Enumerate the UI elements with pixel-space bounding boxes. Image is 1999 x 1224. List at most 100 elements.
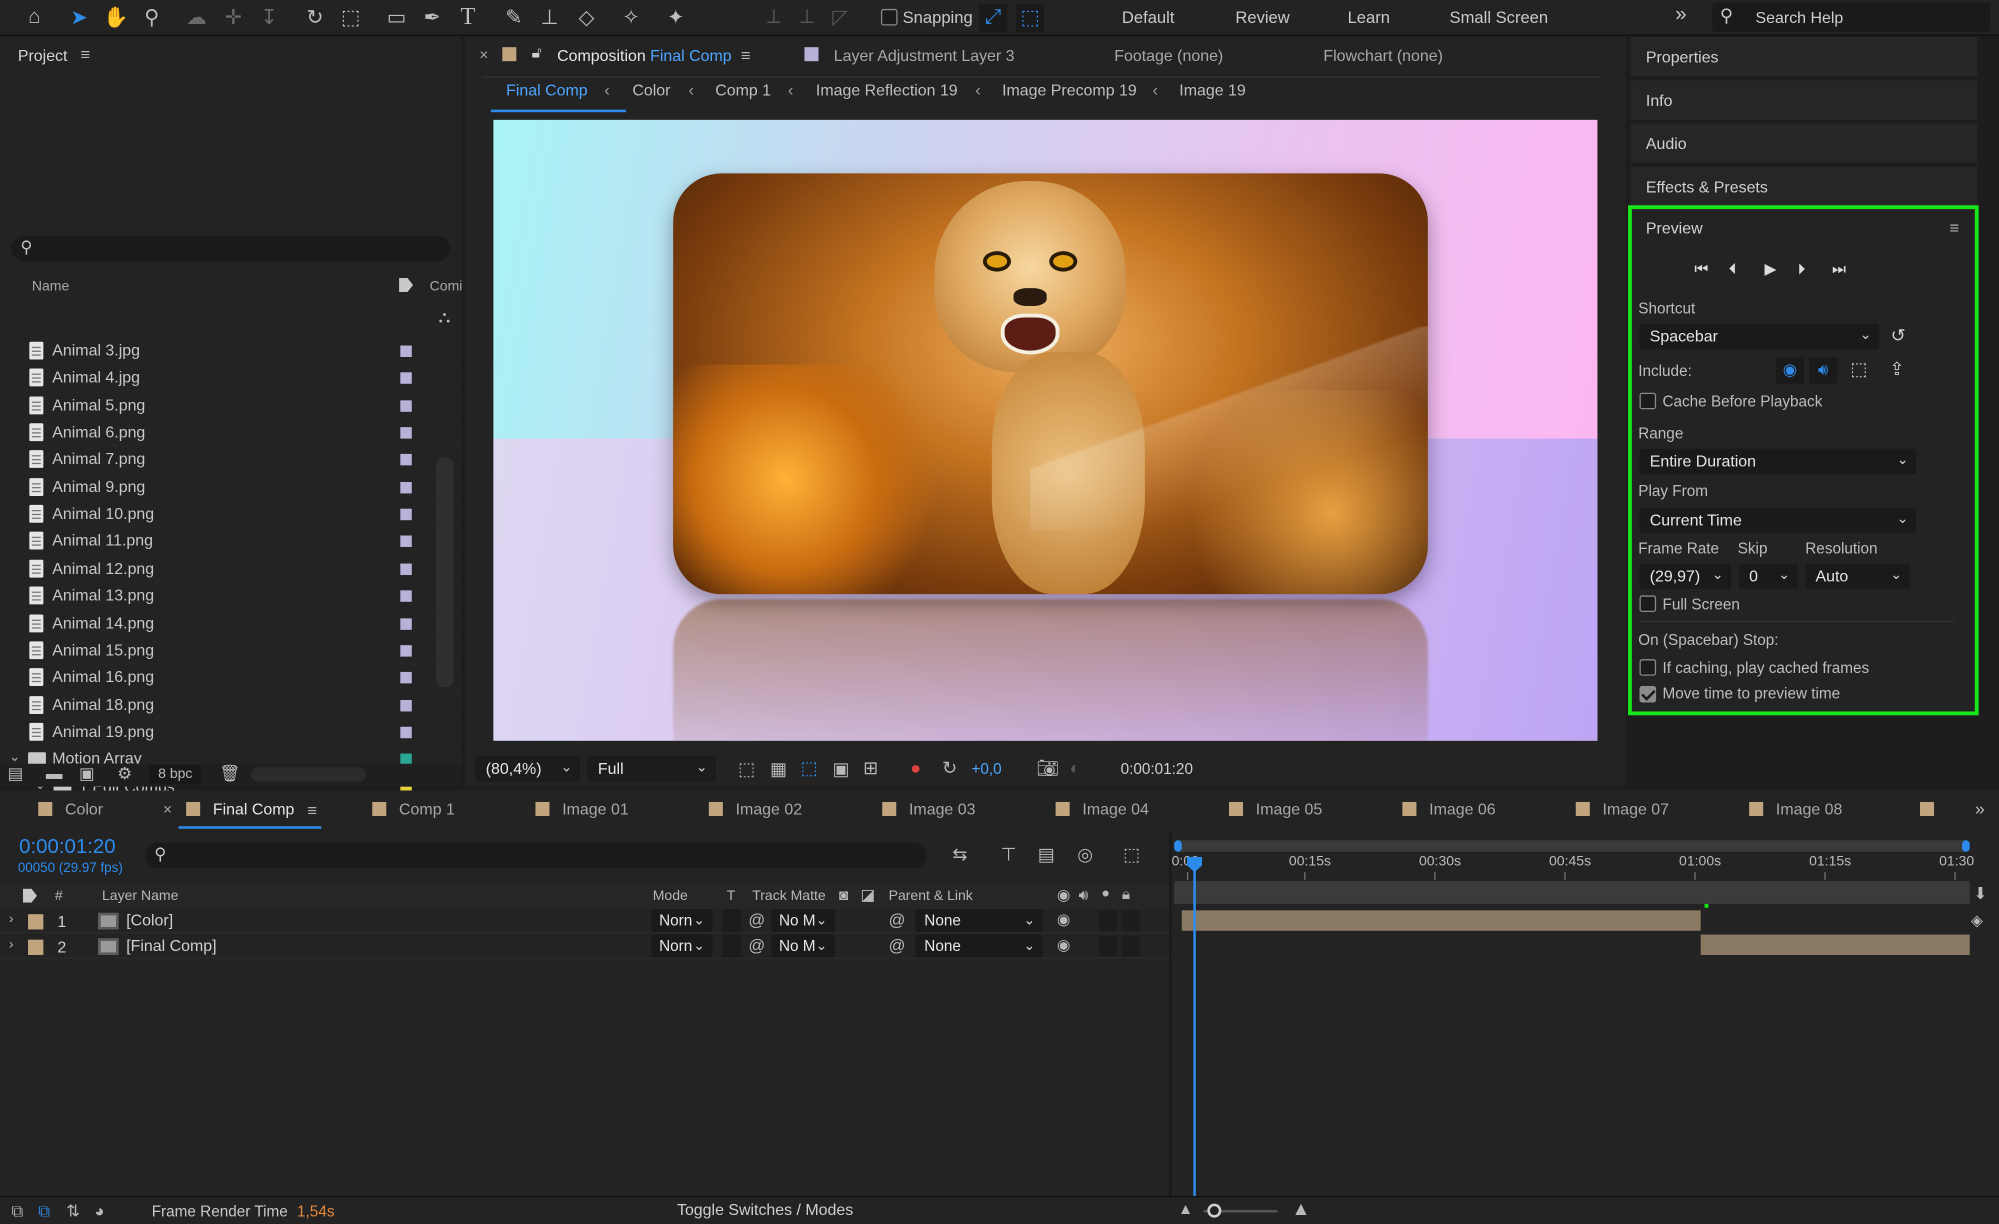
skip-dropdown[interactable]: 0 ⌄ <box>1738 563 1798 590</box>
layer-label-color[interactable] <box>28 939 44 955</box>
rotate-tool-icon[interactable]: ↻ <box>301 4 329 32</box>
motion-blur-icon[interactable]: ◎ <box>1077 844 1093 866</box>
preview-panel-title[interactable]: Preview <box>1646 219 1703 237</box>
breadcrumb-image-precomp-19[interactable]: Image Precomp 19 <box>1002 82 1137 100</box>
label-color-swatch[interactable] <box>400 699 412 711</box>
zoom-out-icon[interactable]: ▲ <box>1178 1200 1193 1218</box>
zoom-tool-icon[interactable]: ⚲ <box>138 4 166 32</box>
breadcrumb-image-19[interactable]: Image 19 <box>1179 82 1245 100</box>
region-of-interest-icon[interactable]: ▣ <box>833 759 850 781</box>
timeline-tab[interactable]: Final Comp <box>186 801 294 819</box>
fast-previews-icon[interactable]: ⬚ <box>738 759 755 781</box>
full-screen-checkbox[interactable] <box>1639 595 1657 612</box>
label-color-swatch[interactable] <box>400 454 412 466</box>
close-tab-icon[interactable]: × <box>163 801 172 819</box>
lock-toggle[interactable] <box>1121 935 1140 956</box>
label-color-swatch[interactable] <box>400 590 412 602</box>
column-header-number[interactable]: # <box>55 889 63 904</box>
timeline-tab[interactable]: Image 05 <box>1229 801 1322 819</box>
list-item[interactable]: Animal 12.png <box>0 556 462 583</box>
project-settings-icon[interactable]: ⚙ <box>117 764 132 784</box>
label-color-swatch[interactable] <box>400 372 412 385</box>
composition-canvas[interactable] <box>493 119 1598 741</box>
parent-dropdown[interactable]: None ⌄ <box>915 933 1043 957</box>
snap-features-icon[interactable]: ⬚ <box>1016 3 1045 32</box>
timeline-menu-icon[interactable]: ≡ <box>307 801 317 820</box>
chevron-right-icon[interactable]: › <box>9 912 14 927</box>
column-header-name[interactable]: Name <box>32 279 69 294</box>
label-color-swatch[interactable] <box>400 726 412 739</box>
layer-name[interactable]: [Final Comp] <box>126 936 216 954</box>
current-time-indicator-line[interactable] <box>1193 856 1196 1199</box>
axis-world-icon[interactable]: ⟂ <box>793 4 821 32</box>
pen-tool-icon[interactable]: ✒ <box>418 4 446 32</box>
workspace-overflow-button[interactable]: » <box>1675 4 1686 27</box>
range-dropdown[interactable]: Entire Duration ⌄ <box>1639 448 1917 475</box>
label-color-swatch[interactable] <box>400 427 412 439</box>
resolution-dropdown[interactable]: Full ⌄ <box>587 756 716 782</box>
timeline-tab[interactable]: Color <box>38 801 103 819</box>
work-area-bar[interactable] <box>1174 840 1970 852</box>
workspace-review[interactable]: Review <box>1235 8 1289 27</box>
toggle-switches-modes-button[interactable]: Toggle Switches / Modes <box>677 1201 853 1219</box>
preview-menu-icon[interactable]: ≡ <box>1949 218 1959 237</box>
reset-shortcut-icon[interactable]: ↺ <box>1891 325 1906 347</box>
layer-1-duration-bar[interactable] <box>1181 910 1701 931</box>
search-help-field[interactable]: ⚲ Search Help <box>1712 2 1991 32</box>
list-item[interactable]: Animal 18.png <box>0 692 462 719</box>
lock-icon[interactable]: 🔓︎ <box>532 43 542 62</box>
dolly-camera-icon[interactable]: ↧ <box>255 4 283 32</box>
panel-audio[interactable]: Audio <box>1630 123 1978 165</box>
bit-depth-button[interactable]: 8 bpc <box>149 765 202 785</box>
snapping-checkbox[interactable] <box>880 8 898 26</box>
list-item[interactable]: Animal 14.png <box>0 610 462 637</box>
list-item[interactable]: Animal 13.png <box>0 583 462 610</box>
list-item[interactable]: Animal 10.png <box>0 501 462 528</box>
play-from-dropdown[interactable]: Current Time ⌄ <box>1639 507 1917 533</box>
selection-tool-icon[interactable]: ➤ <box>65 4 93 32</box>
breadcrumb-comp-1[interactable]: Comp 1 <box>715 82 771 100</box>
magnification-dropdown[interactable]: (80,4%) ⌄ <box>475 756 581 782</box>
label-tag-icon[interactable] <box>399 277 414 292</box>
draft-3d-icon[interactable]: ⊤ <box>1001 844 1017 866</box>
export-preview-icon[interactable]: ⇪ <box>1889 358 1904 380</box>
roto-brush-icon[interactable]: ✧ <box>617 4 645 32</box>
layer-switches-icon[interactable]: ⧉ <box>11 1201 23 1221</box>
new-folder-icon[interactable]: ▬ <box>46 764 63 783</box>
axis-local-icon[interactable]: ⟂ <box>760 4 788 32</box>
play-icon[interactable]: ▶ <box>1764 260 1776 278</box>
workspace-small-screen[interactable]: Small Screen <box>1450 8 1549 27</box>
timeline-tab[interactable]: Image 02 <box>708 801 802 819</box>
track-matte-dropdown[interactable]: No M ⌄ <box>771 933 836 957</box>
video-eye-icon[interactable]: ◉ <box>1057 910 1070 928</box>
render-time-icon[interactable]: ◕ <box>94 1201 104 1220</box>
comp-marker-bin-icon[interactable]: ⬇ <box>1974 884 1988 904</box>
channels-icon[interactable]: ● <box>910 757 921 777</box>
column-header-t[interactable]: T <box>727 889 736 904</box>
tab-layer[interactable]: Layer Adjustment Layer 3 <box>834 47 1015 65</box>
interpret-footage-icon[interactable]: ▤ <box>8 764 24 784</box>
blend-mode-dropdown[interactable]: Norn ⌄ <box>651 933 713 957</box>
label-color-swatch[interactable] <box>400 644 412 657</box>
next-frame-icon[interactable]: ⏵ <box>1798 260 1806 279</box>
transparency-grid-icon[interactable]: ▦ <box>770 759 787 781</box>
video-eye-icon[interactable]: ◉ <box>1057 935 1070 953</box>
close-tab-icon[interactable]: × <box>479 46 488 64</box>
clone-stamp-icon[interactable]: ⊥ <box>535 4 563 32</box>
layer-name[interactable]: [Color] <box>126 912 173 930</box>
label-color-swatch[interactable] <box>400 672 412 684</box>
timeline-tab[interactable]: Image 08 <box>1749 801 1842 819</box>
show-snapshot-icon[interactable]: ◐ <box>1070 757 1081 777</box>
reset-exposure-icon[interactable]: ↻ <box>942 757 957 779</box>
snap-edges-icon[interactable]: ⤢ <box>979 3 1008 32</box>
shortcut-dropdown[interactable]: Spacebar ⌄ <box>1639 323 1880 350</box>
include-video-eye-icon[interactable]: ◉ <box>1775 357 1804 384</box>
brush-tool-icon[interactable]: ✎ <box>500 4 528 32</box>
timeline-controls-icon[interactable]: ⇅ <box>66 1201 80 1221</box>
transfer-controls-icon[interactable]: ⧉ <box>38 1201 50 1221</box>
parent-pick-whip-icon[interactable]: @ <box>889 910 906 929</box>
column-header-mode[interactable]: Mode <box>653 889 688 904</box>
workspace-learn[interactable]: Learn <box>1348 8 1390 27</box>
preserve-transparency-toggle[interactable] <box>722 909 741 933</box>
trash-icon[interactable]: 🗑 <box>219 764 240 784</box>
